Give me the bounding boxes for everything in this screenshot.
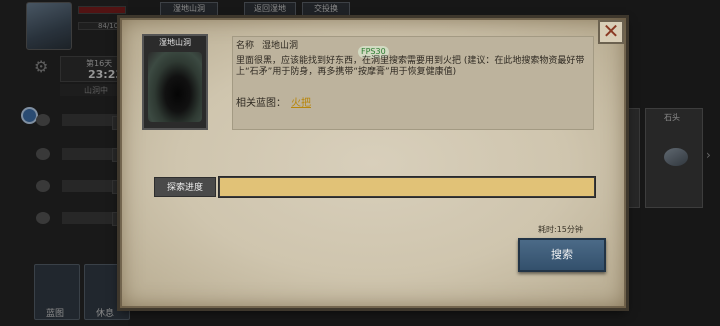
name-label: 名称 (236, 41, 255, 51)
name-value: 湿地山洞 (262, 41, 299, 51)
close-icon[interactable]: ✕ (598, 20, 624, 44)
progress-fill (220, 178, 594, 196)
blueprint-link-torch[interactable]: 火把 (291, 94, 311, 109)
location-description: 里面很黑，应该能找到好东西，在洞里搜索需要用到火把 (建议：在此地搜索物资最好带… (236, 56, 585, 77)
blueprint-label: 相关蓝图： (236, 98, 286, 109)
time-cost: 耗时:15分钟 (538, 225, 583, 234)
cave-image (148, 52, 202, 122)
search-button[interactable]: 搜索 (518, 238, 606, 272)
game-screen: 84/10 ⚙ 第16天 23:23 山洞中 蓝图 休息 湿地山洞 返回湿地 交… (0, 0, 720, 326)
progress-label: 探索进度 (154, 177, 216, 197)
thumbnail-title: 湿地山洞 (159, 38, 191, 47)
